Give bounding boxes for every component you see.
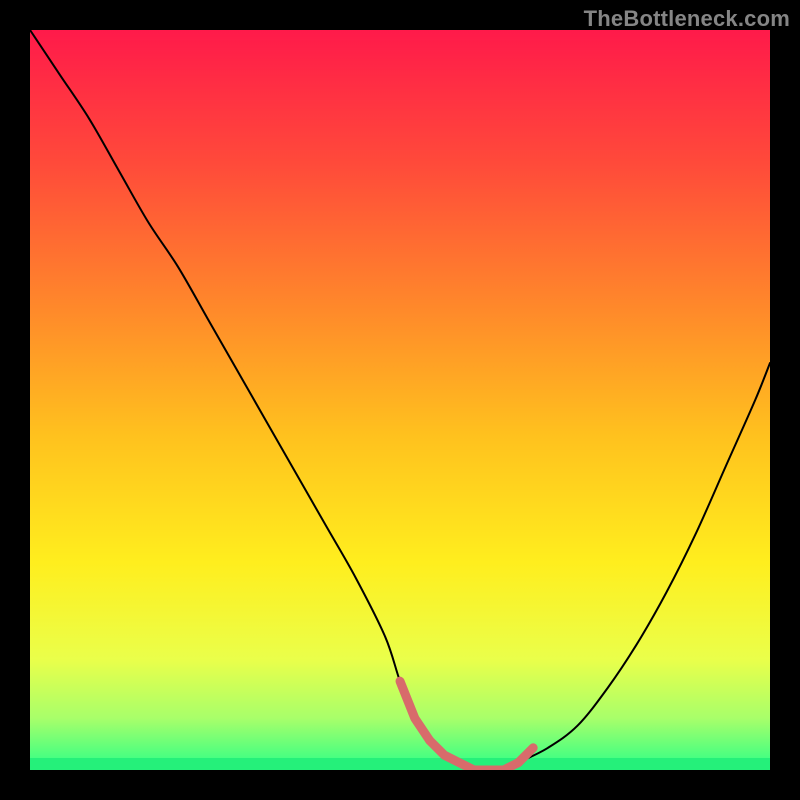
chart-frame: TheBottleneck.com bbox=[0, 0, 800, 800]
gradient-background bbox=[30, 30, 770, 770]
plot-area bbox=[30, 30, 770, 770]
watermark-text: TheBottleneck.com bbox=[584, 6, 790, 32]
plot-svg bbox=[30, 30, 770, 770]
bottom-band bbox=[30, 758, 770, 770]
